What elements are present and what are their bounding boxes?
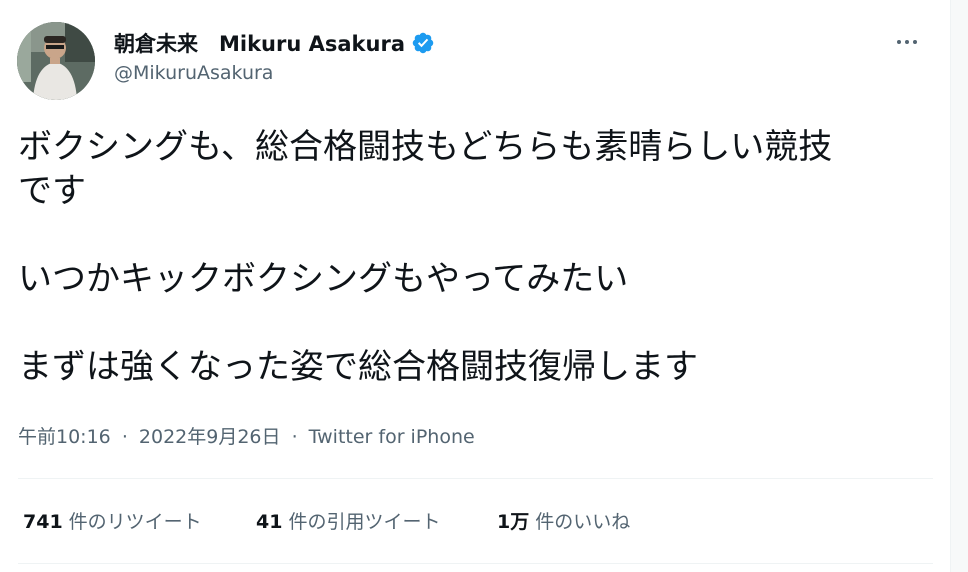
divider <box>18 478 933 479</box>
likes-count: 1万 <box>497 511 530 533</box>
verified-badge-icon <box>411 31 435 55</box>
meta-separator: · <box>121 426 128 448</box>
likes-label: 件のいいね <box>535 511 631 533</box>
tweet-line: ボクシングも、総合格闘技もどちらも素晴らしい競技 <box>18 127 833 167</box>
right-gutter <box>951 0 968 572</box>
tweet-line: まずは強くなった姿で総合格闘技復帰します <box>18 347 698 387</box>
quotes-stat[interactable]: 41 件の引用ツイート <box>256 507 497 534</box>
more-dot <box>913 40 917 44</box>
more-options-button[interactable] <box>885 26 929 58</box>
tweet-paragraph: ボクシングも、総合格闘技もどちらも素晴らしい競技 です <box>18 125 933 213</box>
retweets-count: 741 <box>23 511 63 533</box>
author-header: 朝倉未来 Mikuru Asakura <box>114 28 435 58</box>
tweet-date[interactable]: 2022年9月26日 <box>139 426 281 448</box>
more-dot <box>905 40 909 44</box>
tweet-card: 朝倉未来 Mikuru Asakura @MikuruAsakura ボクシング… <box>0 0 950 572</box>
tweet-source[interactable]: Twitter for iPhone <box>309 426 475 448</box>
tweet-meta: 午前10:16 · 2022年9月26日 · Twitter for iPhon… <box>18 422 475 449</box>
retweets-stat[interactable]: 741 件のリツイート <box>23 507 256 534</box>
author-handle[interactable]: @MikuruAsakura <box>114 62 273 84</box>
tweet-line: です <box>18 171 86 211</box>
retweets-label: 件のリツイート <box>68 511 202 533</box>
tweet-time[interactable]: 午前10:16 <box>18 426 111 448</box>
more-horizontal-icon <box>897 40 901 44</box>
display-name[interactable]: 朝倉未来 Mikuru Asakura <box>114 28 405 58</box>
avatar[interactable] <box>17 22 95 100</box>
divider <box>18 563 933 564</box>
likes-stat[interactable]: 1万 件のいいね <box>497 507 630 534</box>
engagement-stats: 741 件のリツイート 41 件の引用ツイート 1万 件のいいね <box>23 507 630 534</box>
tweet-paragraph: いつかキックボクシングもやってみたい <box>18 257 933 301</box>
tweet-text: ボクシングも、総合格闘技もどちらも素晴らしい競技 です いつかキックボクシングも… <box>18 125 933 389</box>
tweet-paragraph: まずは強くなった姿で総合格闘技復帰します <box>18 345 933 389</box>
quotes-count: 41 <box>256 511 283 533</box>
avatar-image <box>17 22 95 100</box>
meta-separator: · <box>291 426 298 448</box>
quotes-label: 件の引用ツイート <box>288 511 441 533</box>
tweet-line: いつかキックボクシングもやってみたい <box>18 259 629 299</box>
